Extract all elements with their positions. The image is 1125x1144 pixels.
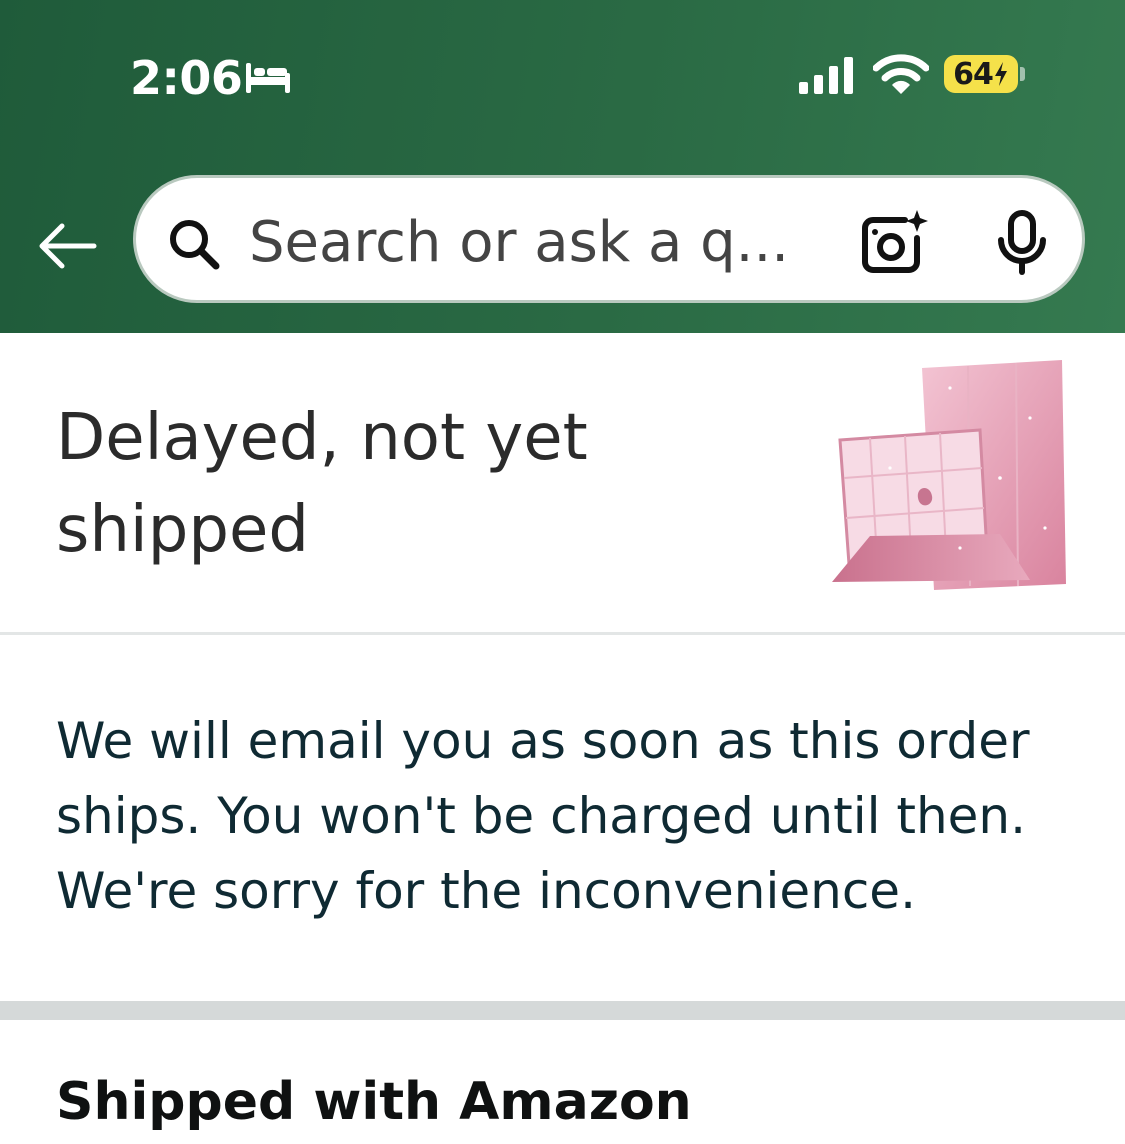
search-input[interactable]: Search or ask a q... — [249, 208, 789, 278]
battery-tip — [1020, 67, 1025, 81]
app-header: 2:06 64 Search or ask a q... — [0, 0, 1125, 333]
wifi-icon — [873, 54, 929, 94]
back-arrow-icon[interactable] — [36, 222, 98, 270]
charging-bolt-icon — [994, 62, 1007, 86]
bed-icon — [246, 63, 290, 93]
status-bar: 2:06 64 — [0, 0, 1125, 150]
section-divider — [0, 632, 1125, 635]
cellular-signal-icon — [799, 57, 853, 94]
order-status-heading: Delayed, not yet shipped — [56, 401, 588, 567]
section-separator — [0, 1001, 1125, 1020]
delay-message: We will email you as soon as this order … — [56, 712, 1030, 920]
product-image[interactable] — [830, 358, 1070, 594]
search-icon — [170, 220, 220, 270]
battery-charging-icon: 64 — [944, 55, 1018, 93]
status-time: 2:06 — [130, 51, 243, 105]
search-bar[interactable]: Search or ask a q... — [133, 175, 1085, 303]
microphone-icon[interactable] — [996, 210, 1048, 276]
camera-sparkle-icon[interactable] — [859, 208, 929, 276]
shipping-heading: Shipped with Amazon — [56, 1072, 692, 1132]
battery-level: 64 — [953, 56, 994, 92]
